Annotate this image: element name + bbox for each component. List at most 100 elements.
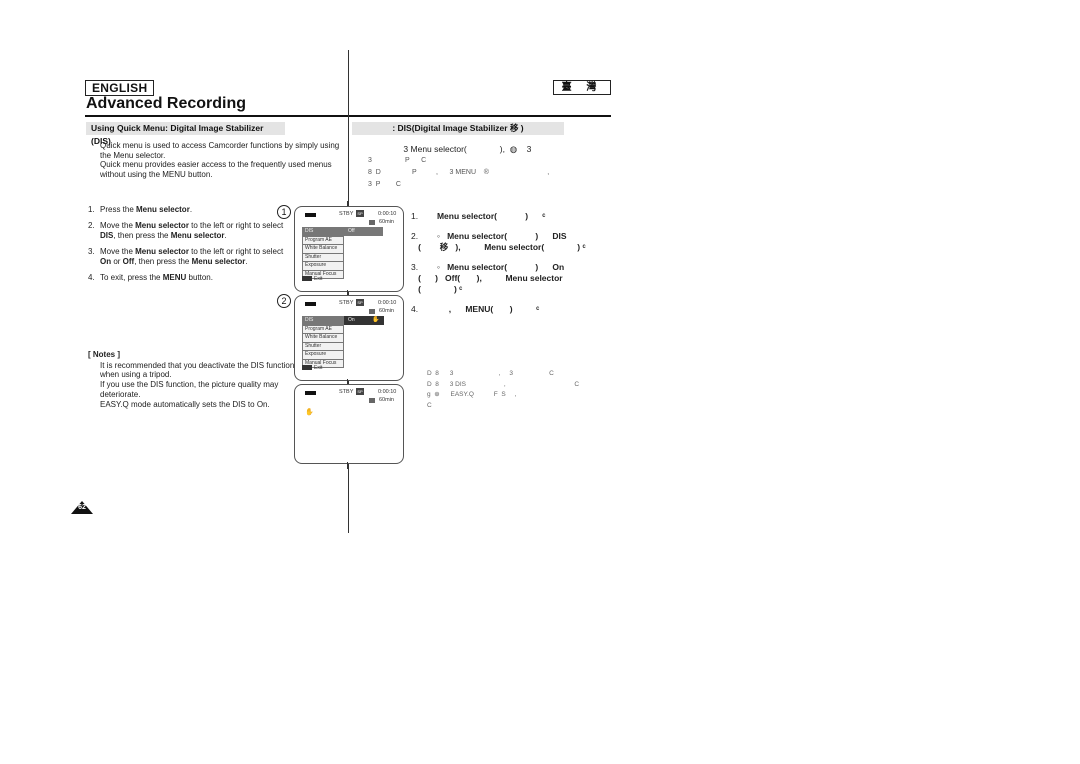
notes-section: [ Notes ] It is recommended that you dea… [88,350,298,409]
lcd-screen-3: STBY SP 0:00:10 60min ✋ [294,384,404,464]
tape-icon [369,398,375,403]
step-item: 2. Move the Menu selector to the left or … [88,221,288,240]
connector-line [347,462,348,469]
step-number: 2. [411,231,419,241]
note-item: EASY.Q mode automatically sets the DIS t… [100,399,270,409]
dis-hand-icon: ✋ [372,317,380,323]
chinese-step-item: 4. , MENU( ) ᶜ [411,304,621,315]
notes-header: [ Notes ] [88,350,120,359]
step-keyword: Menu selector [135,247,189,257]
battery-icon [305,391,316,395]
chinese-steps: 1. Menu selector( ) ᶜ 2. ◦ Menu selector(… [411,211,621,324]
timecode: 0:00:10 [378,389,397,395]
page-number: 62 [78,504,86,511]
dis-value: On ✋ [344,316,384,325]
chinese-notes: D 8 3 , 3 C D 8 3 DIS , C g ⊕ EASY.Q F S… [427,369,617,411]
step-number: 3. [411,262,419,272]
steps-list: 1. Press the Menu selector. 2. Move the Men… [88,205,288,289]
chinese-step-line: ◦ Menu selector( ) On [411,262,565,272]
menu-button-icon [302,276,312,282]
note-item: If you use the DIS function, the picture… [100,380,279,399]
battery-icon [305,302,316,306]
step-keyword: MENU [162,273,187,283]
step-text: . [224,230,227,240]
remaining-time: 60min [379,219,394,225]
step-number: 4. [411,304,419,314]
tape-icon [369,309,375,314]
status-label: STBY [339,389,354,395]
step-text: . [245,256,248,266]
menu-item-white-balance[interactable]: White Balance [302,245,344,254]
intro-paragraph: Quick menu is used to access Camcorder f… [100,141,340,160]
chinese-step-line: ( 移 ), Menu selector( ) ᶜ [411,242,586,252]
exit-hint: Exit [302,276,322,282]
chinese-step-line: , MENU( ) ᶜ [411,304,540,314]
step-keyword: Menu selector [170,230,225,240]
lcd-screen-2: STBY SP 0:00:10 60min DIS Program AE Whi… [294,295,404,381]
title-rule-left [85,115,348,117]
menu-item-dis[interactable]: DIS [302,227,344,237]
menu-item-exposure[interactable]: Exposure [302,351,344,360]
note-item: It is recommended that you deactivate th… [100,360,295,380]
chinese-step-item: 2. ◦ Menu selector( ) DIS ( 移 ), Menu se… [411,231,621,253]
step-text: button. [186,273,213,283]
chinese-note-row: D 8 3 , 3 C [427,370,554,377]
status-label: STBY [339,211,354,217]
sp-mode-icon: SP [356,388,364,395]
language-label-chinese: 臺 灣 [553,80,611,95]
step-keyword: Off [122,256,135,266]
chinese-step-line: Menu selector( ) ᶜ [411,211,546,221]
tape-icon [369,220,375,225]
chinese-step-line: ( ) Off( ), Menu selector [411,273,563,283]
remaining-time: 60min [379,397,394,403]
timecode: 0:00:10 [378,300,397,306]
chinese-step-item: 3. ◦ Menu selector( ) On ( ) Off( ), Men… [411,262,621,295]
step-text: Move the [100,221,136,231]
step-keyword: Menu selector [136,205,190,214]
chinese-note-row: C [427,401,432,409]
chinese-step-line: ◦ Menu selector( ) DIS [411,231,567,241]
step-marker-1: 1 [277,205,291,219]
menu-button-icon [302,365,312,371]
chinese-intro-row: 3 P C [368,181,401,188]
menu-item-exposure[interactable]: Exposure [302,262,344,271]
section-title-english: Using Quick Menu: Digital Image Stabiliz… [86,122,285,146]
chinese-note-row: g ⊕ EASY.Q F S , [427,391,517,398]
step-number: 2. [88,221,95,231]
step-text: To exit, press the [100,273,163,283]
step-text: to the left or right to select [188,247,284,257]
step-text: or [111,256,123,266]
step-marker-2: 2 [277,294,291,308]
menu-item-shutter[interactable]: Shutter [302,342,344,351]
step-item: 3. Move the Menu selector to the left or … [88,247,288,266]
exit-hint: Exit [302,365,322,371]
step-keyword: On [100,256,112,266]
dis-hand-icon: ✋ [305,409,314,416]
chinese-step-item: 1. Menu selector( ) ᶜ [411,211,621,222]
step-text: . [189,205,193,214]
chinese-intro-row: 8 D P , 3 MENU ® , [368,169,550,176]
dis-value: Off [344,227,383,236]
language-label-english: ENGLISH [85,80,155,96]
status-label: STBY [339,300,354,306]
menu-item-white-balance[interactable]: White Balance [302,334,344,343]
step-number: 1. [88,205,95,214]
title-rule-right [349,115,611,117]
step-item: 1. Press the Menu selector. [88,205,288,215]
step-number: 3. [88,247,95,257]
chinese-intro-row: 3 Menu selector( ), ◍ 3 [368,144,532,154]
battery-icon [305,213,316,217]
menu-item-shutter[interactable]: Shutter [302,253,344,262]
dis-value-label: On [348,317,355,323]
sp-mode-icon: SP [356,210,364,217]
exit-label: Exit [314,276,323,282]
exit-label: Exit [314,365,323,371]
menu-item-program-ae[interactable]: Program AE [302,236,344,245]
quick-menu: DIS Program AE White Balance Shutter Exp… [302,316,344,368]
step-text: , then press the [113,230,171,240]
sp-mode-icon: SP [356,299,364,306]
menu-item-program-ae[interactable]: Program AE [302,325,344,334]
step-text: , then press the [134,256,192,266]
menu-item-dis[interactable]: DIS [302,316,344,326]
step-number: 4. [88,273,95,283]
